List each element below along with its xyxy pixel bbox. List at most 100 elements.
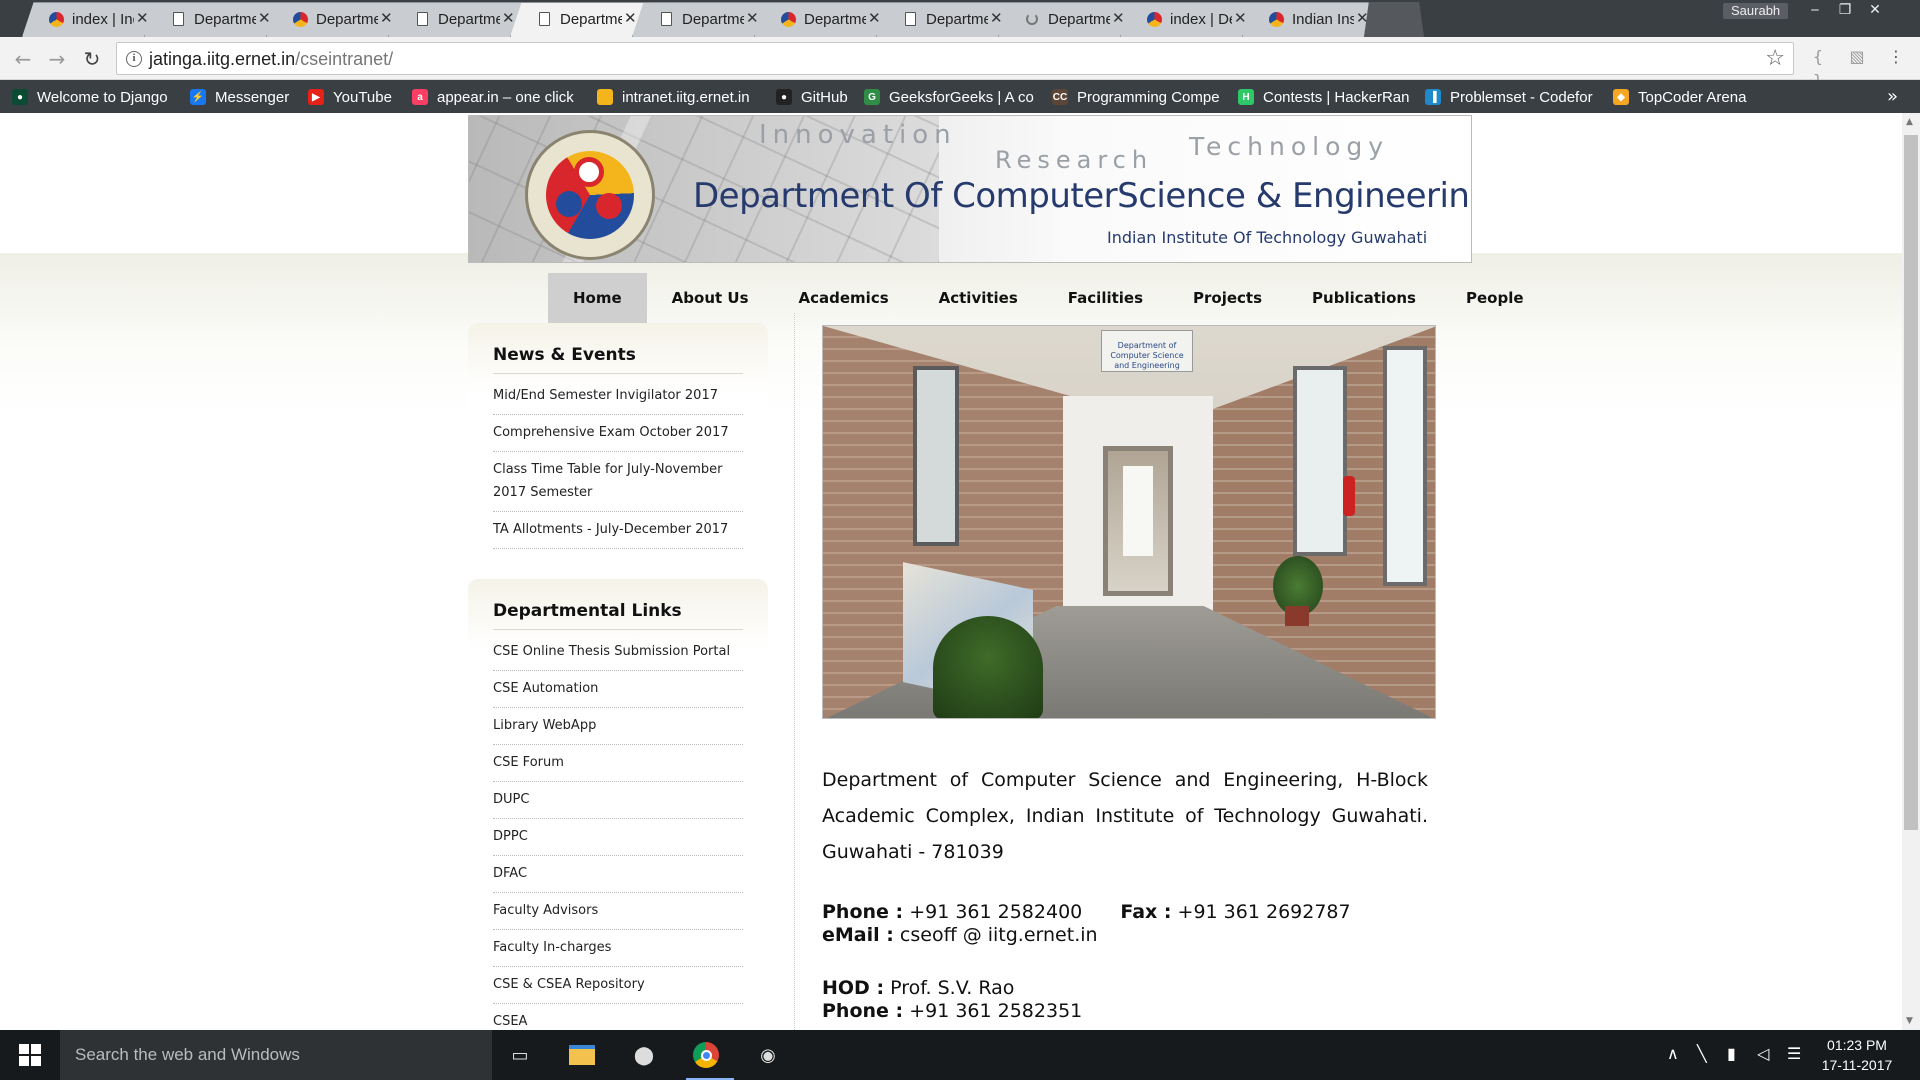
close-window-icon[interactable]: ✕ (1863, 0, 1887, 20)
browser-tab-strip: index | Indi✕Departmen✕Departmen✕Departm… (0, 0, 1920, 37)
banner-word-technology: Technology (1189, 132, 1390, 161)
scroll-up-icon[interactable]: ▲ (1906, 117, 1913, 127)
menu-item-people[interactable]: People (1441, 273, 1549, 323)
phone-label: Phone : (822, 901, 904, 923)
hod-phone-value: +91 361 2582351 (909, 1000, 1083, 1022)
news-list: Mid/End Semester Invigilator 2017 Compreh… (493, 378, 743, 549)
sidebar-link[interactable]: CSE & CSEA Repository (493, 967, 743, 1004)
sidebar-link[interactable]: DPPC (493, 819, 743, 856)
links-list: CSE Online Thesis Submission Portal CSE A… (493, 634, 743, 1030)
hod-phone-label: Phone : (822, 1000, 904, 1022)
iitg-logo-icon (597, 89, 613, 105)
bookmark-item[interactable]: ⚡ Messenger (190, 88, 300, 106)
profile-button[interactable]: Saurabh (1723, 3, 1789, 19)
iitg-logo-icon (292, 11, 308, 27)
bookmark-label: Problemset - Codefor (1450, 88, 1593, 106)
tray-chevron-icon[interactable]: ∧ (1667, 1044, 1679, 1063)
codeforces-icon: ▐ (1425, 89, 1441, 105)
info-icon[interactable]: i (126, 51, 142, 67)
reload-button[interactable]: ↻ (79, 46, 105, 72)
tab-title: Departmen (926, 11, 988, 28)
youtube-icon: ▶ (308, 89, 324, 105)
sidebar-link[interactable]: Class Time Table for July-November 2017 … (493, 452, 743, 512)
scroll-down-icon[interactable]: ▼ (1906, 1016, 1913, 1026)
tab-title: Departmen (804, 11, 866, 28)
extension-pdf-icon[interactable]: ▧ (1845, 45, 1869, 69)
action-center-icon[interactable]: ☰ (1787, 1044, 1801, 1063)
menu-item-projects[interactable]: Projects (1168, 273, 1287, 323)
bookmark-item[interactable]: ● Welcome to Django (12, 88, 182, 106)
hod-line: HOD : Prof. S.V. Rao (822, 977, 1014, 999)
bookmark-label: GitHub (801, 88, 848, 106)
bookmarks-overflow-icon[interactable]: » (1887, 86, 1898, 107)
sidebar-link[interactable]: Comprehensive Exam October 2017 (493, 415, 743, 452)
bookmark-label: Welcome to Django (37, 88, 168, 106)
volume-icon[interactable]: ◁ (1757, 1044, 1769, 1063)
document-icon (414, 11, 430, 27)
bookmark-item[interactable]: ▐ Problemset - Codefor (1425, 88, 1603, 106)
bookmark-item[interactable]: ● GitHub (776, 88, 858, 106)
sidebar-link[interactable]: CSE Online Thesis Submission Portal (493, 634, 743, 671)
sidebar-link[interactable]: CSE Automation (493, 671, 743, 708)
forward-button[interactable]: → (44, 46, 70, 72)
sidebar-link[interactable]: TA Allotments - July-December 2017 (493, 512, 743, 549)
links-heading-rule (493, 629, 743, 630)
sidebar-link[interactable]: Mid/End Semester Invigilator 2017 (493, 378, 743, 415)
sidebar-link[interactable]: CSE Forum (493, 745, 743, 782)
back-button[interactable]: ← (10, 46, 36, 72)
bookmark-item[interactable]: G GeeksforGeeks | A co (864, 88, 1042, 106)
extension-braces-icon[interactable]: { } (1806, 45, 1830, 90)
minimize-icon[interactable]: ‒ (1803, 0, 1827, 20)
steam-icon[interactable]: ⬤ (624, 1040, 664, 1070)
appear-in-icon: a (412, 89, 428, 105)
start-button[interactable] (0, 1030, 60, 1080)
sidebar-link[interactable]: Faculty In-charges (493, 930, 743, 967)
file-explorer-icon[interactable] (562, 1040, 602, 1070)
menu-item-home[interactable]: Home (548, 273, 647, 323)
sidebar-link[interactable]: Faculty Advisors (493, 893, 743, 930)
page-scrollbar[interactable]: ▲ ▼ (1902, 113, 1920, 1030)
bookmark-item[interactable]: CC Programming Compe (1052, 88, 1228, 106)
menu-item-facilities[interactable]: Facilities (1043, 273, 1168, 323)
sidebar-link[interactable]: Library WebApp (493, 708, 743, 745)
bookmark-label: appear.in – one click (437, 88, 574, 106)
bookmark-label: YouTube (333, 88, 392, 106)
tab-title: Departmen (316, 11, 378, 28)
fax-value: +91 361 2692787 (1177, 901, 1351, 923)
github-icon: ● (776, 89, 792, 105)
browser-toolbar: ← → ↻ i jatinga.iitg.ernet.in/cseintrane… (0, 37, 1920, 90)
bookmark-item[interactable]: ▶ YouTube (308, 88, 404, 106)
bookmark-label: Messenger (215, 88, 290, 106)
taskbar-search-box[interactable]: Search the web and Windows (60, 1030, 492, 1080)
banner-word-innovation: Innovation (759, 120, 957, 150)
bookmark-item[interactable]: intranet.iitg.ernet.in (597, 88, 769, 106)
battery-icon[interactable]: ▮ (1727, 1044, 1736, 1063)
menu-item-activities[interactable]: Activities (914, 273, 1043, 323)
sidebar-link[interactable]: DFAC (493, 856, 743, 893)
bookmark-star-icon[interactable]: ☆ (1765, 46, 1785, 71)
sidebar-link[interactable]: DUPC (493, 782, 743, 819)
chrome-taskbar-icon[interactable] (686, 1040, 726, 1070)
globe-app-icon[interactable]: ◉ (748, 1040, 788, 1070)
network-icon[interactable]: ╲ (1697, 1044, 1707, 1063)
bookmark-item[interactable]: H Contests | HackerRan (1238, 88, 1416, 106)
menu-kebab-icon[interactable]: ⋮ (1884, 45, 1908, 69)
scrollbar-thumb[interactable] (1904, 135, 1918, 830)
bookmark-item[interactable]: ◆ TopCoder Arena (1613, 88, 1763, 106)
tab-title: index | Indi (72, 11, 134, 28)
restore-icon[interactable]: ❐ (1833, 0, 1857, 20)
taskbar-clock[interactable]: 01:23 PM 17-11-2017 (1815, 1035, 1899, 1075)
departmental-links-heading: Departmental Links (493, 601, 682, 621)
task-view-icon[interactable]: ▭ (500, 1040, 540, 1070)
sidebar-link[interactable]: CSEA (493, 1004, 743, 1030)
page-viewport: Innovation Research Technology Departmen… (0, 113, 1902, 1030)
address-bar[interactable]: i jatinga.iitg.ernet.in/cseintranet/ ☆ (116, 42, 1794, 75)
menu-item-about-us[interactable]: About Us (647, 273, 774, 323)
bookmark-item[interactable]: a appear.in – one click (412, 88, 588, 106)
menu-item-publications[interactable]: Publications (1287, 273, 1441, 323)
django-icon: ● (12, 89, 28, 105)
email-value[interactable]: cseoff @ iitg.ernet.in (900, 924, 1098, 946)
contact-phone-fax-line: Phone : +91 361 2582400 Fax : +91 361 26… (822, 901, 1351, 923)
new-tab-button[interactable] (1364, 2, 1424, 37)
contact-email-line: eMail : cseoff @ iitg.ernet.in (822, 924, 1098, 946)
